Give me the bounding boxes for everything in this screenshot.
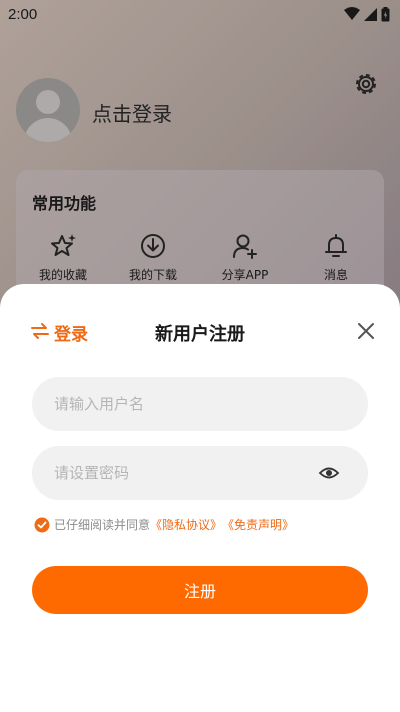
disclaimer-link[interactable]: 《免责声明》	[222, 516, 294, 533]
agreement-checkbox-checked-icon[interactable]	[34, 517, 50, 533]
username-field[interactable]	[32, 377, 368, 431]
agreement-row: 已仔细阅读并同意 《隐私协议》 《免责声明》	[34, 516, 294, 533]
show-password-eye-icon[interactable]	[318, 462, 340, 484]
sheet-title: 新用户注册	[155, 324, 245, 345]
privacy-policy-link[interactable]: 《隐私协议》	[150, 516, 222, 533]
close-icon[interactable]	[356, 321, 376, 341]
register-bottom-sheet: 登录 新用户注册 已仔细阅读并同意 《隐私协议》 《免责声明》 注册	[0, 284, 400, 712]
agreement-text: 已仔细阅读并同意	[54, 518, 151, 532]
register-button[interactable]: 注册	[32, 566, 368, 614]
